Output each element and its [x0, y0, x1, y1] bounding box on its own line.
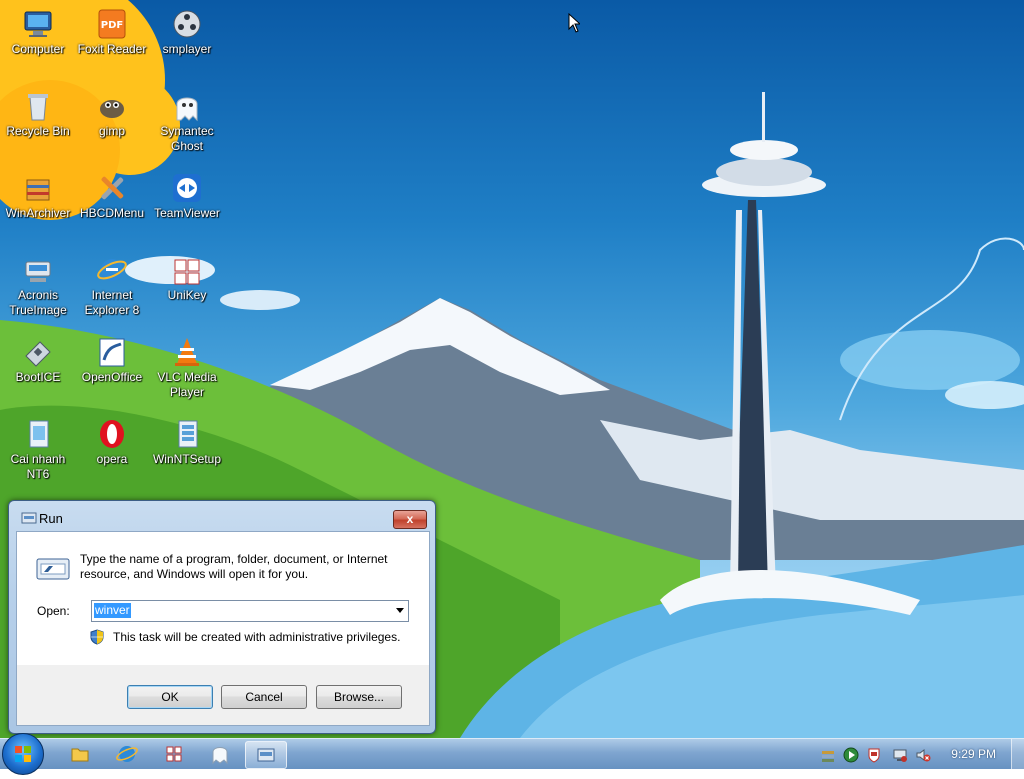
desktop-icon-label: HBCDMenu	[79, 206, 145, 220]
computer-icon	[22, 8, 54, 40]
desktop-icon-foxit-reader[interactable]: PDF Foxit Reader	[75, 8, 149, 57]
desktop-icon-label: Foxit Reader	[77, 42, 147, 56]
desktop-icon-smplayer[interactable]: smplayer	[150, 8, 224, 57]
desktop-icon-label: WinArchiver	[5, 206, 71, 220]
desktop-icon-gimp[interactable]: gimp	[75, 90, 149, 139]
desktop-icon-label: Internet Explorer 8	[84, 288, 140, 317]
folder-icon	[71, 748, 89, 762]
taskbar-internet-explorer[interactable]	[107, 741, 147, 767]
desktop-icon-label: Computer	[11, 42, 65, 56]
ghost-icon	[212, 747, 228, 765]
desktop-icon-label: TeamViewer	[154, 206, 220, 220]
desktop-icon-label: OpenOffice	[81, 370, 143, 384]
recycle-bin-icon	[22, 90, 54, 122]
run-program-icon	[36, 558, 70, 580]
tools-icon	[96, 172, 128, 204]
desktop-icon-label: gimp	[98, 124, 125, 138]
opera-icon	[96, 418, 128, 450]
admin-privileges-note: This task will be created with administr…	[113, 630, 401, 644]
desktop-icon-label: Acronis TrueImage	[9, 288, 67, 317]
windows-logo-icon	[15, 746, 31, 762]
network-stack-icon[interactable]	[820, 747, 836, 763]
installer-icon	[22, 418, 54, 450]
desktop-icon-internet-explorer[interactable]: Internet Explorer 8	[75, 254, 149, 318]
keyboard-icon	[171, 254, 203, 286]
desktop-icon-label: Symantec Ghost	[160, 124, 214, 153]
start-button[interactable]	[2, 733, 44, 775]
desktop-icon-bootice[interactable]: BootICE	[1, 336, 75, 385]
desktop-icon-teamviewer[interactable]: TeamViewer	[150, 172, 224, 221]
desktop-icon-computer[interactable]: Computer	[1, 8, 75, 57]
desktop-icon-label: VLC Media Player	[157, 370, 217, 399]
dialog-content: Type the name of a program, folder, docu…	[16, 531, 430, 667]
run-window-icon	[21, 512, 37, 524]
setup-icon	[171, 418, 203, 450]
taskbar-unikey[interactable]	[154, 741, 194, 767]
desktop-icon-hbcdmenu[interactable]: HBCDMenu	[75, 172, 149, 221]
teamviewer-icon	[171, 172, 203, 204]
desktop-icon-label: UniKey	[167, 288, 207, 302]
svg-text:PDF: PDF	[101, 20, 123, 31]
keyboard-icon	[166, 746, 182, 762]
desktop-icon-openoffice[interactable]: OpenOffice	[75, 336, 149, 385]
desktop-icon-label: opera	[96, 452, 128, 466]
browse-button[interactable]: Browse...	[316, 685, 402, 709]
desktop-icon-winarchiver[interactable]: WinArchiver	[1, 172, 75, 221]
dialog-button-bar: OK Cancel Browse...	[16, 665, 430, 726]
taskbar-ghost[interactable]	[200, 741, 240, 767]
uac-shield-icon	[90, 629, 104, 645]
show-desktop-button[interactable]	[1011, 739, 1024, 769]
open-input-value[interactable]: winver	[94, 603, 131, 618]
desktop-icon-label: BootICE	[15, 370, 61, 384]
desktop-icon-acronis-trueimage[interactable]: Acronis TrueImage	[1, 254, 75, 318]
vlc-cone-icon	[171, 336, 203, 368]
run-window-icon	[257, 748, 275, 762]
desktop-icon-label: Cai nhanh NT6	[10, 452, 66, 481]
desktop-icon-cai-nhanh-nt6[interactable]: Cai nhanh NT6	[1, 418, 75, 482]
dialog-description: Type the name of a program, folder, docu…	[80, 552, 388, 581]
desktop-icon-label: WinNTSetup	[152, 452, 222, 466]
network-icon[interactable]	[892, 747, 908, 763]
disk-icon	[22, 254, 54, 286]
internet-explorer-icon	[116, 746, 138, 762]
run-dialog: Run x Type the name of a program, folder…	[8, 500, 436, 734]
desktop-icon-opera[interactable]: opera	[75, 418, 149, 467]
film-reel-icon	[171, 8, 203, 40]
desktop-icon-recycle-bin[interactable]: Recycle Bin	[1, 90, 75, 139]
shield-flag-icon[interactable]	[866, 747, 882, 763]
open-combobox[interactable]: winver	[91, 600, 409, 622]
mouse-cursor-icon	[568, 13, 580, 33]
dialog-title: Run	[39, 511, 63, 526]
desktop-icon-vlc-media-player[interactable]: VLC Media Player	[150, 336, 224, 400]
ghost-icon	[171, 90, 203, 122]
close-button[interactable]: x	[393, 510, 427, 529]
desktop-icon-label: smplayer	[162, 42, 212, 56]
desktop-icon-winntsetup[interactable]: WinNTSetup	[150, 418, 224, 467]
ok-button[interactable]: OK	[127, 685, 213, 709]
desktop-icon-label: Recycle Bin	[6, 124, 70, 138]
taskbar-explorer[interactable]	[60, 741, 100, 767]
chevron-down-icon[interactable]	[396, 608, 404, 613]
openoffice-icon	[96, 336, 128, 368]
volume-muted-icon[interactable]	[915, 747, 931, 763]
gimp-icon	[96, 90, 128, 122]
desktop-icon-unikey[interactable]: UniKey	[150, 254, 224, 303]
taskbar-run-window[interactable]	[245, 741, 287, 769]
open-label: Open:	[37, 604, 70, 618]
pdf-icon: PDF	[96, 8, 128, 40]
desktop-icon-symantec-ghost[interactable]: Symantec Ghost	[150, 90, 224, 154]
boot-disk-icon	[22, 336, 54, 368]
internet-explorer-icon	[96, 254, 128, 286]
play-icon[interactable]	[843, 747, 859, 763]
cancel-button[interactable]: Cancel	[221, 685, 307, 709]
archive-icon	[22, 172, 54, 204]
taskbar: 9:29 PM	[0, 733, 1024, 775]
taskbar-clock[interactable]: 9:29 PM	[951, 747, 996, 761]
